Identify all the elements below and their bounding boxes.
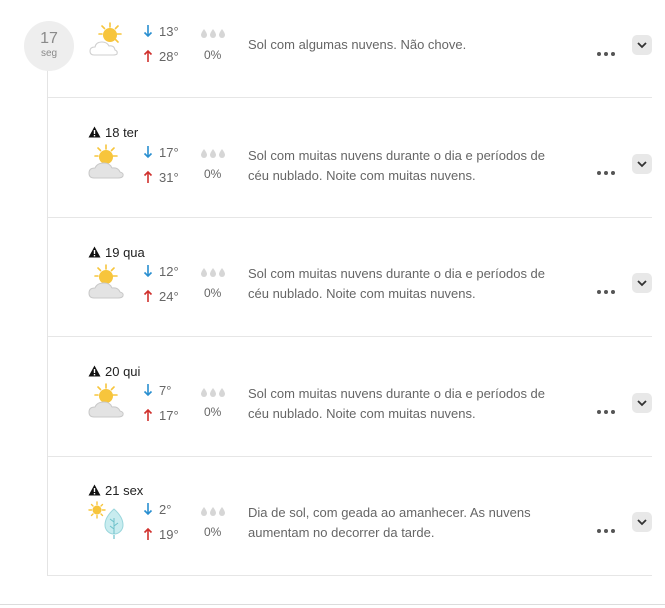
warning-icon: [88, 246, 101, 258]
temp-min: 12°: [143, 264, 179, 279]
arrow-down-icon: [143, 146, 153, 159]
temp-min: 17°: [143, 145, 179, 160]
date-label: 21 sex: [88, 483, 143, 498]
forecast-row-day[interactable]: 21 sex 2° 19° 0% Dia de sol, com geada a…: [48, 456, 652, 576]
forecast-description: Sol com muitas nuvens durante o dia e pe…: [248, 384, 588, 424]
temp-max-value: 17°: [159, 408, 179, 423]
description-line-1: Sol com muitas nuvens durante o dia e pe…: [248, 148, 546, 163]
date-label: 20 qui: [88, 364, 140, 379]
more-options-button[interactable]: [597, 281, 619, 294]
forecast-row-day[interactable]: 19 qua 12° 24° 0% Sol com muitas nuvens …: [48, 217, 652, 337]
forecast-description: Sol com muitas nuvens durante o dia e pe…: [248, 264, 588, 304]
more-options-button[interactable]: [597, 520, 619, 533]
arrow-down-icon: [143, 503, 153, 516]
description-line-1: Sol com algumas nuvens. Não chove.: [248, 37, 467, 52]
temp-max: 17°: [143, 408, 179, 423]
temp-min-value: 12°: [159, 264, 179, 279]
forecast-description: Sol com algumas nuvens. Não chove.: [248, 35, 588, 55]
temp-max-value: 31°: [159, 170, 179, 185]
rain-drops-icon: [201, 29, 225, 38]
rain-probability: 0%: [204, 405, 222, 419]
forecast-description: Sol com muitas nuvens durante o dia e pe…: [248, 146, 588, 186]
expand-button[interactable]: [632, 512, 652, 532]
temp-max-value: 28°: [159, 49, 179, 64]
rain-probability: 0%: [204, 48, 222, 62]
date-text: 21 sex: [105, 483, 144, 498]
description-line-2: céu nublado. Noite com muitas nuvens.: [248, 286, 476, 301]
expand-button[interactable]: [632, 393, 652, 413]
sun-cloud-icon: [89, 22, 122, 56]
sun-frost-icon: [88, 501, 124, 539]
temp-min-value: 17°: [159, 145, 179, 160]
date-text: 19 qua: [105, 245, 145, 260]
description-line-1: Dia de sol, com geada ao amanhecer. As n…: [248, 505, 531, 520]
expand-button[interactable]: [632, 154, 652, 174]
date-text: 20 qui: [105, 364, 141, 379]
arrow-up-icon: [143, 170, 153, 183]
warning-icon: [88, 484, 101, 496]
temp-min: 2°: [143, 502, 171, 517]
warning-icon: [88, 126, 101, 138]
temp-max: 28°: [143, 49, 179, 64]
more-options-button[interactable]: [597, 162, 619, 175]
rain-probability: 0%: [204, 286, 222, 300]
arrow-up-icon: [143, 527, 153, 540]
sun-cloud-icon: [88, 264, 124, 299]
date-label: 19 qua: [88, 245, 145, 260]
forecast-row-day[interactable]: 18 ter 17° 31° 0% Sol com muitas nuvens …: [48, 98, 652, 218]
temp-max-value: 24°: [159, 289, 179, 304]
chevron-down-icon: [637, 519, 647, 526]
description-line-1: Sol com muitas nuvens durante o dia e pe…: [248, 266, 546, 281]
sun-cloud-icon: [88, 144, 124, 179]
section-divider: [0, 604, 665, 605]
description-line-1: Sol com muitas nuvens durante o dia e pe…: [248, 386, 546, 401]
arrow-down-icon: [143, 384, 153, 397]
rain-probability: 0%: [204, 167, 222, 181]
temp-min-value: 2°: [159, 502, 172, 517]
temp-min-value: 13°: [159, 24, 179, 39]
chevron-down-icon: [637, 400, 647, 407]
description-line-2: céu nublado. Noite com muitas nuvens.: [248, 406, 476, 421]
rain-drops-icon: [201, 149, 225, 158]
arrow-down-icon: [143, 25, 153, 38]
arrow-down-icon: [143, 265, 153, 278]
arrow-up-icon: [143, 289, 153, 302]
chevron-down-icon: [637, 42, 647, 49]
expand-button[interactable]: [632, 273, 652, 293]
temp-min-value: 7°: [159, 383, 172, 398]
temp-min: 7°: [143, 383, 171, 398]
rain-drops-icon: [201, 268, 225, 277]
warning-icon: [88, 365, 101, 377]
forecast-row-day[interactable]: 20 qui 7° 17° 0% Sol com muitas nuvens d…: [48, 337, 652, 457]
temp-min: 13°: [143, 24, 179, 39]
sun-cloud-icon: [88, 383, 124, 418]
description-line-2: céu nublado. Noite com muitas nuvens.: [248, 168, 476, 183]
temp-max-value: 19°: [159, 527, 179, 542]
arrow-up-icon: [143, 49, 153, 62]
temp-max: 19°: [143, 527, 179, 542]
arrow-up-icon: [143, 408, 153, 421]
chevron-down-icon: [637, 280, 647, 287]
date-text: 18 ter: [105, 125, 139, 140]
date-label: 18 ter: [88, 125, 138, 140]
chevron-down-icon: [637, 161, 647, 168]
more-options-button[interactable]: [597, 401, 619, 414]
rain-probability: 0%: [204, 525, 222, 539]
forecast-row-today[interactable]: 13° 28° 0% Sol com algumas nuvens. Não c…: [48, 0, 652, 98]
temp-max: 31°: [143, 170, 179, 185]
description-line-2: aumentam no decorrer da tarde.: [248, 525, 435, 540]
forecast-description: Dia de sol, com geada ao amanhecer. As n…: [248, 503, 588, 543]
more-options-button[interactable]: [597, 43, 619, 56]
temp-max: 24°: [143, 289, 179, 304]
rain-drops-icon: [201, 388, 225, 397]
rain-drops-icon: [201, 507, 225, 516]
expand-button[interactable]: [632, 35, 652, 55]
